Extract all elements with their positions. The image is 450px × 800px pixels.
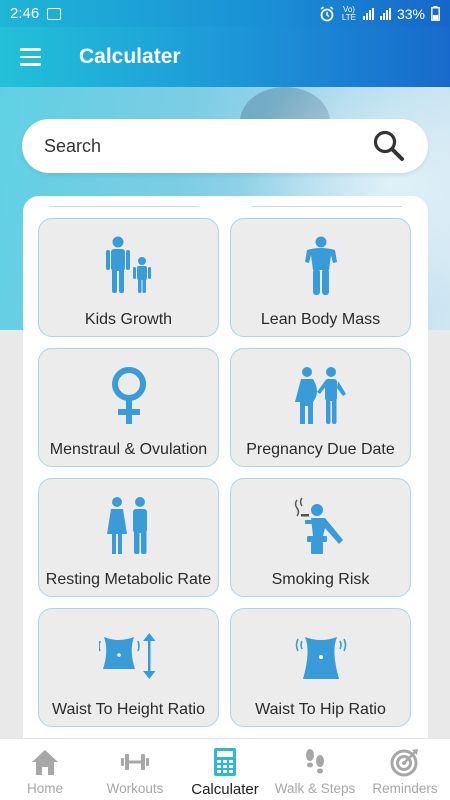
search-input[interactable] — [44, 135, 372, 157]
nav-label: Home — [26, 781, 63, 796]
calculator-tile-waist-to-height[interactable]: Waist To Height Ratio — [38, 608, 219, 727]
nav-label: Workouts — [106, 781, 164, 796]
hamburger-menu-icon[interactable] — [0, 27, 60, 87]
signal-icon-1 — [362, 7, 374, 20]
woman-man-icon — [106, 497, 147, 554]
status-time: 2:46 — [10, 5, 40, 22]
smoking-person-icon — [294, 497, 343, 554]
nav-calculater[interactable]: Calculater — [180, 739, 270, 800]
divider — [49, 206, 402, 207]
tile-label: Pregnancy Due Date — [246, 441, 395, 458]
footsteps-icon — [306, 749, 324, 774]
nav-label: Reminders — [372, 781, 438, 796]
tile-label: Resting Metabolic Rate — [45, 571, 212, 588]
tile-label: Kids Growth — [84, 311, 173, 328]
gallery-notification-icon — [47, 7, 62, 20]
calculator-panel: Kids Growth Lean Body Mass Menstraul & O… — [23, 196, 428, 756]
alarm-icon — [320, 5, 334, 21]
magnifier-icon[interactable] — [372, 129, 406, 163]
pregnant-couple-icon — [294, 367, 346, 424]
battery-icon — [431, 6, 440, 21]
calculator-tile-lean-body-mass[interactable]: Lean Body Mass — [230, 218, 411, 337]
network-type-label: Vo) LTE — [341, 4, 356, 22]
waist-height-icon — [98, 633, 155, 679]
tile-label: Waist To Hip Ratio — [255, 701, 386, 718]
calculator-tile-smoking-risk[interactable]: Smoking Risk — [230, 478, 411, 597]
tile-label: Waist To Height Ratio — [52, 701, 205, 718]
signal-icon-2 — [379, 7, 391, 20]
home-icon — [32, 750, 58, 775]
calculator-tile-waist-to-hip[interactable]: Waist To Hip Ratio — [230, 608, 411, 727]
calculator-tile-menstrual-ovulation[interactable]: Menstraul & Ovulation — [38, 348, 219, 467]
bottom-navigation: Home Workouts Calculater Walk & Steps Re… — [0, 738, 450, 800]
search-bar[interactable] — [22, 119, 428, 173]
dumbbell-icon — [121, 754, 149, 770]
muscle-man-icon — [304, 236, 337, 295]
nav-home[interactable]: Home — [0, 739, 90, 800]
status-bar: 2:46 Vo) LTE 33% — [0, 0, 450, 27]
tile-label: Menstraul & Ovulation — [49, 441, 208, 458]
page-title: Calculater — [79, 45, 181, 68]
calculator-tile-resting-metabolic-rate[interactable]: Resting Metabolic Rate — [38, 478, 219, 597]
female-symbol-icon — [111, 367, 146, 424]
app-bar: Calculater — [0, 27, 450, 87]
calculator-icon — [214, 748, 236, 776]
nav-workouts[interactable]: Workouts — [90, 739, 180, 800]
nav-reminders[interactable]: Reminders — [360, 739, 450, 800]
waist-hip-icon — [295, 637, 346, 679]
parent-child-icon — [105, 236, 151, 293]
nav-label: Walk & Steps — [274, 781, 356, 796]
battery-percent: 33% — [396, 5, 425, 22]
calculator-tile-pregnancy-due-date[interactable]: Pregnancy Due Date — [230, 348, 411, 467]
target-icon — [390, 749, 418, 777]
nav-walk-steps[interactable]: Walk & Steps — [270, 739, 360, 800]
tile-label: Lean Body Mass — [260, 311, 381, 328]
tile-label: Smoking Risk — [271, 571, 370, 588]
status-indicators: Vo) LTE 33% — [319, 4, 440, 22]
calculator-tile-kids-growth[interactable]: Kids Growth — [38, 218, 219, 337]
nav-label: Calculater — [191, 781, 259, 798]
